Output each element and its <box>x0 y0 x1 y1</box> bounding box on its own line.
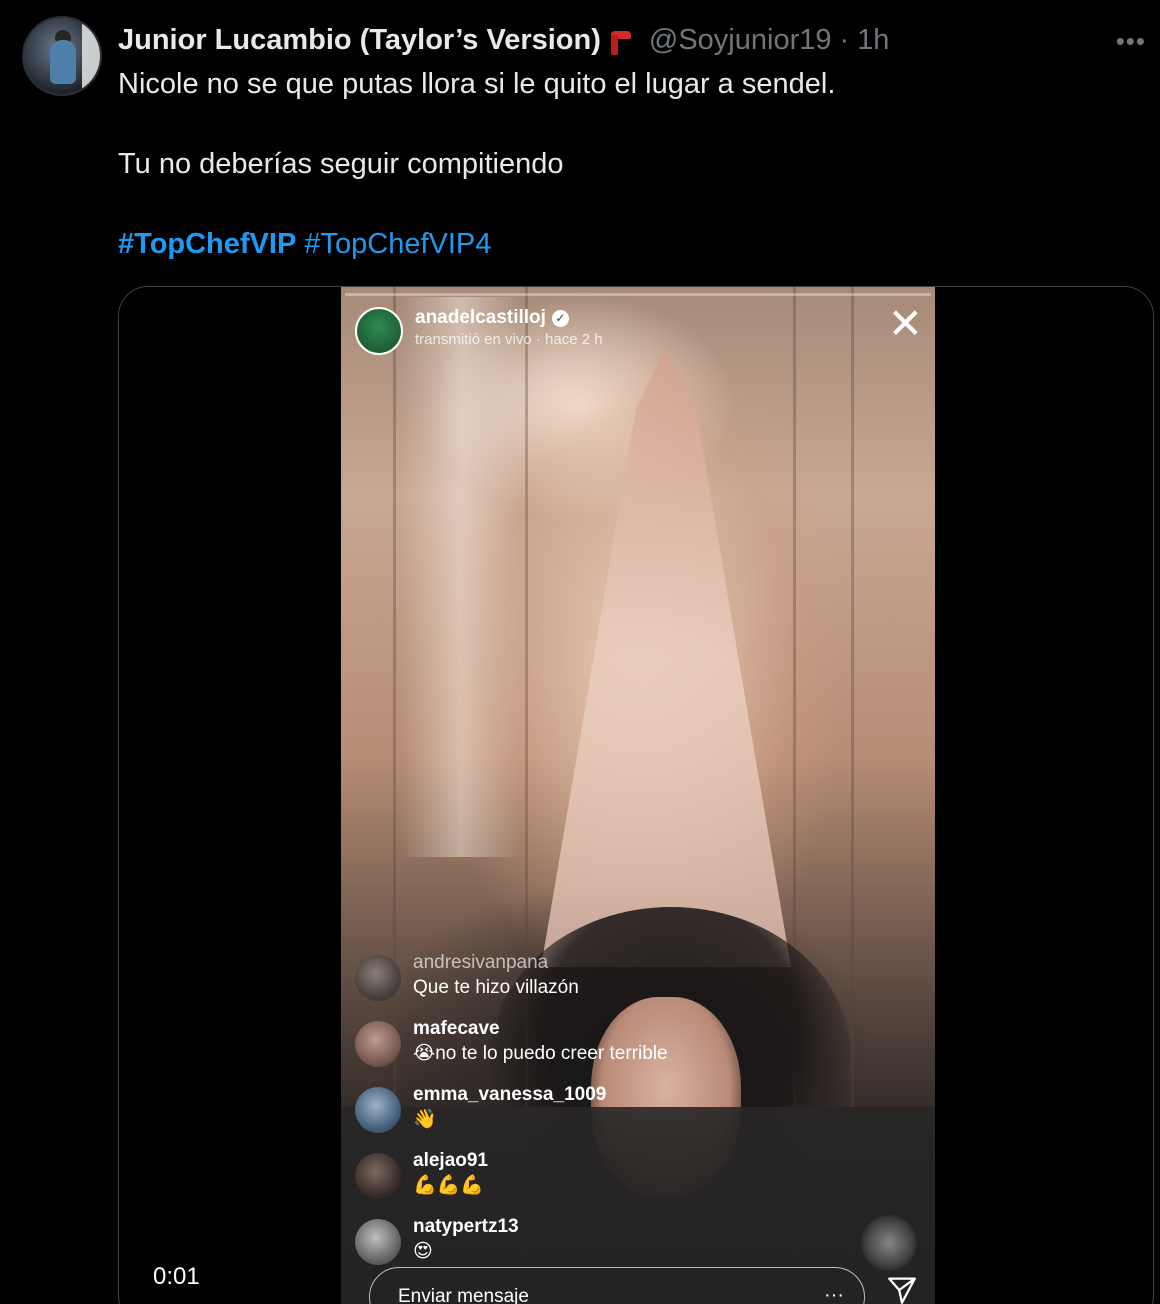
hashtag-line: #TopChefVIP #TopChefVIP4 <box>118 224 1128 264</box>
window-light <box>401 297 521 857</box>
comment-text: 😭no te lo puedo creer terrible <box>413 1043 668 1064</box>
list-item: emma_vanessa_1009 👋 <box>355 1083 875 1133</box>
commenter-avatar <box>355 1021 401 1067</box>
ig-username-text: anadelcastilloj <box>415 307 546 328</box>
live-reaction-bubble <box>861 1215 917 1271</box>
comment-user: emma_vanessa_1009 <box>413 1084 607 1105</box>
story-progress-bar <box>345 293 931 296</box>
ig-input-placeholder: Enviar mensaje <box>398 1286 529 1304</box>
tweet-header: Junior Lucambio (Taylor’s Version) @Soyj… <box>118 20 889 60</box>
ig-avatar <box>355 307 403 355</box>
ig-username: anadelcastilloj ✓ <box>415 307 603 329</box>
tweet-text-line: Nicole no se que putas llora si le quito… <box>118 68 836 100</box>
comment-user: andresivanpana <box>413 952 549 973</box>
display-name[interactable]: Junior Lucambio (Taylor’s Version) <box>118 24 601 57</box>
video-hands <box>541 347 791 967</box>
comment-text: 💪💪💪 <box>413 1175 484 1196</box>
ig-live-header: anadelcastilloj ✓ transmitió en vivo · h… <box>355 307 603 355</box>
hashtag-link[interactable]: #TopChefVIP4 <box>304 228 491 260</box>
verified-badge-icon: ✓ <box>551 309 569 327</box>
ig-message-input: Enviar mensaje ··· <box>369 1267 865 1304</box>
ig-live-subtitle: transmitió en vivo · hace 2 h <box>415 331 603 348</box>
tweet-text: Nicole no se que putas llora si le quito… <box>118 64 1128 264</box>
send-icon <box>888 1277 916 1304</box>
commenter-avatar <box>355 1153 401 1199</box>
close-icon: ✕ <box>887 300 923 347</box>
tweet-time[interactable]: 1h <box>857 24 889 57</box>
comment-text: 👋 <box>413 1109 437 1130</box>
user-avatar[interactable] <box>22 16 102 96</box>
more-horizontal-icon[interactable]: ••• <box>1116 26 1146 57</box>
video-timestamp: 0:01 <box>153 1263 200 1290</box>
ig-comments: andresivanpana Que te hizo villazón mafe… <box>355 951 875 1281</box>
tweet-text-line: Tu no deberías seguir compitiendo <box>118 148 564 180</box>
avatar-crescent-decoration <box>82 24 100 90</box>
video-frame[interactable]: anadelcastilloj ✓ transmitió en vivo · h… <box>341 287 935 1304</box>
list-item: andresivanpana Que te hizo villazón <box>355 951 875 1001</box>
list-item: natypertz13 😍 <box>355 1215 875 1265</box>
separator-dot: · <box>839 23 850 56</box>
hashtag-link[interactable]: #TopChefVIP <box>118 228 296 260</box>
user-handle[interactable]: @Soyjunior19 <box>649 24 832 57</box>
avatar-figure <box>50 40 76 84</box>
comment-user: alejao91 <box>413 1150 488 1171</box>
scarf-emoji-icon <box>609 25 631 55</box>
comment-text: 😍 <box>413 1241 433 1262</box>
list-item: alejao91 💪💪💪 <box>355 1149 875 1199</box>
comment-text: Que te hizo villazón <box>413 977 579 998</box>
comment-user: natypertz13 <box>413 1216 519 1237</box>
more-options-icon: ··· <box>824 1284 844 1304</box>
comment-user: mafecave <box>413 1018 500 1039</box>
commenter-avatar <box>355 1087 401 1133</box>
tweet: Junior Lucambio (Taylor’s Version) @Soyj… <box>0 0 1160 1304</box>
list-item: mafecave 😭no te lo puedo creer terrible <box>355 1017 875 1067</box>
video-player[interactable]: anadelcastilloj ✓ transmitió en vivo · h… <box>118 286 1154 1304</box>
commenter-avatar <box>355 1219 401 1265</box>
ig-user-info: anadelcastilloj ✓ transmitió en vivo · h… <box>415 307 603 348</box>
commenter-avatar <box>355 955 401 1001</box>
